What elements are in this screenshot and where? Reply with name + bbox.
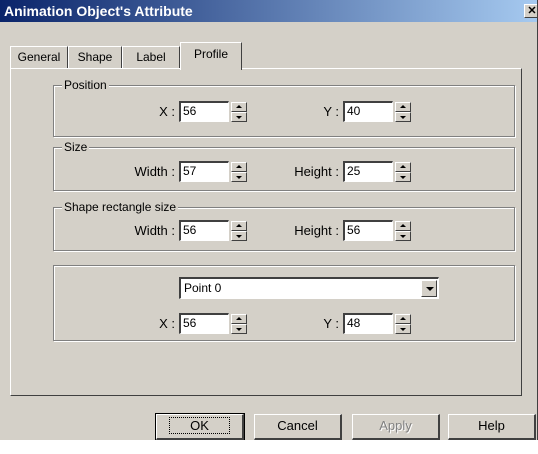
arrow-down-icon [236,176,242,179]
point-y-up-button[interactable] [395,314,411,324]
position-y-down-button[interactable] [395,112,411,122]
size-width-label: Width : [134,164,175,179]
close-button[interactable]: ✕ [524,4,537,18]
shape-rect-height-up-button[interactable] [395,221,411,231]
arrow-up-icon [400,105,406,108]
point-y-down-button[interactable] [395,324,411,334]
cancel-button[interactable]: Cancel [254,414,342,440]
arrow-up-icon [236,224,242,227]
size-width-down-button[interactable] [231,172,247,182]
position-y-input[interactable]: 40 [343,101,393,122]
point-select[interactable]: Point 0 [179,277,439,299]
point-x-input[interactable]: 56 [179,313,229,334]
arrow-up-icon [400,317,406,320]
arrow-down-icon [400,328,406,331]
position-x-label: X : [159,104,175,119]
position-y-label: Y : [323,104,339,119]
size-width-input[interactable]: 57 [179,161,229,182]
tab-profile[interactable]: Profile [180,42,242,70]
shape-rect-height-label: Height : [294,223,339,238]
size-height-up-button[interactable] [395,162,411,172]
shape-rect-width-down-button[interactable] [231,231,247,241]
arrow-down-icon [236,116,242,119]
window-title: Animation Object's Attribute [4,3,193,19]
tab-shape[interactable]: Shape [68,46,122,68]
cancel-button-label: Cancel [277,418,318,433]
apply-button[interactable]: Apply [352,414,440,440]
position-y-up-button[interactable] [395,102,411,112]
chevron-down-icon [426,287,434,291]
close-icon: ✕ [527,5,537,17]
position-y-stepper: 40 [343,101,411,122]
shape-rect-height-stepper: 56 [343,220,411,241]
tab-general-label: General [17,50,61,64]
tab-profile-label: Profile [193,47,228,61]
shape-rect-width-stepper: 56 [179,220,247,241]
arrow-up-icon [400,224,406,227]
attribute-dialog: Animation Object's Attribute ✕ General S… [0,0,538,440]
size-height-down-button[interactable] [395,172,411,182]
size-height-label: Height : [294,164,339,179]
position-group: Position [53,78,515,137]
shape-rect-height-down-button[interactable] [395,231,411,241]
help-button[interactable]: Help [448,414,536,440]
size-group-title: Size [62,140,90,154]
point-x-up-button[interactable] [231,314,247,324]
size-height-stepper: 25 [343,161,411,182]
size-width-stepper: 57 [179,161,247,182]
arrow-down-icon [400,116,406,119]
tab-label-label: Label [136,50,166,64]
point-y-stepper: 48 [343,313,411,334]
position-group-title: Position [62,78,109,92]
position-x-up-button[interactable] [231,102,247,112]
position-x-input[interactable]: 56 [179,101,229,122]
point-x-down-button[interactable] [231,324,247,334]
arrow-down-icon [236,235,242,238]
shape-rect-width-label: Width : [134,223,175,238]
arrow-up-icon [400,165,406,168]
size-width-up-button[interactable] [231,162,247,172]
shape-rect-width-up-button[interactable] [231,221,247,231]
arrow-down-icon [236,328,242,331]
position-x-down-button[interactable] [231,112,247,122]
point-x-stepper: 56 [179,313,247,334]
arrow-up-icon [236,317,242,320]
help-button-label: Help [478,418,505,433]
tab-shape-label: Shape [77,50,113,64]
arrow-up-icon [236,105,242,108]
point-y-input[interactable]: 48 [343,313,393,334]
point-select-value: Point 0 [184,281,222,295]
shape-rect-width-input[interactable]: 56 [179,220,229,241]
point-select-dropdown-button[interactable] [421,280,437,297]
ok-button[interactable]: OK [155,413,245,440]
shape-rect-height-input[interactable]: 56 [343,220,393,241]
profile-panel: Position X : 56 Y : 40 Size Width : 57 H… [10,68,522,396]
apply-button-label: Apply [379,418,412,433]
shape-rect-group-title: Shape rectangle size [62,200,179,214]
tab-general[interactable]: General [10,46,68,68]
title-bar[interactable]: Animation Object's Attribute ✕ [0,0,537,22]
arrow-down-icon [400,235,406,238]
point-x-label: X : [159,316,175,331]
tab-label[interactable]: Label [122,46,180,68]
point-y-label: Y : [323,316,339,331]
arrow-down-icon [400,176,406,179]
position-x-stepper: 56 [179,101,247,122]
arrow-up-icon [236,165,242,168]
size-height-input[interactable]: 25 [343,161,393,182]
ok-button-label: OK [169,417,230,434]
